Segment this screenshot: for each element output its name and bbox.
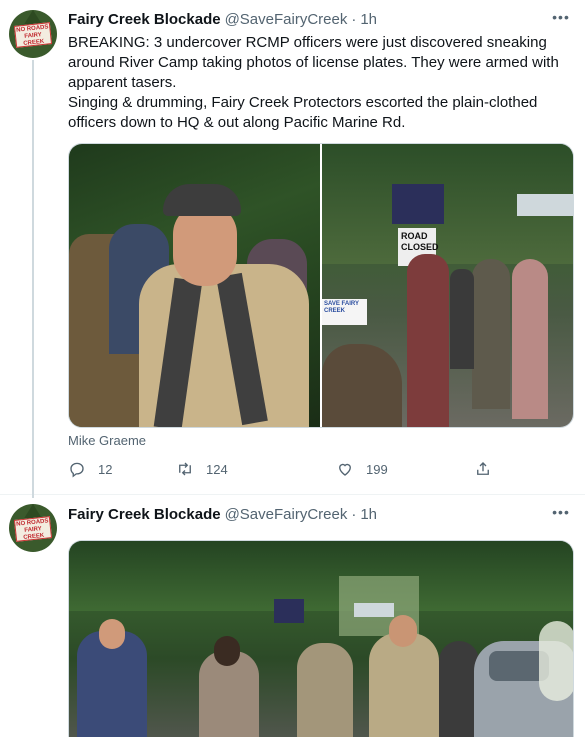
avatar-sign: NO ROADS FAIRY CREEK <box>13 22 53 48</box>
thread-line <box>32 60 34 498</box>
tweet-header: Fairy Creek Blockade @SaveFairyCreek · 1… <box>68 9 377 29</box>
retweet-button[interactable]: 124 <box>176 460 228 478</box>
media-single[interactable] <box>68 540 574 737</box>
like-button[interactable]: 199 <box>336 460 388 478</box>
retweet-icon <box>179 462 191 476</box>
separator: · <box>351 505 357 523</box>
avatar[interactable]: NO ROADS FAIRY CREEK <box>9 10 57 58</box>
share-button[interactable] <box>474 460 504 478</box>
timestamp[interactable]: 1h <box>360 11 377 28</box>
avatar-sign: NO ROADS FAIRY CREEK <box>13 516 53 542</box>
reply-count: 12 <box>98 461 113 477</box>
photo-officer[interactable] <box>69 144 320 427</box>
reply-icon <box>70 462 84 478</box>
display-name[interactable]: Fairy Creek Blockade <box>68 11 221 28</box>
retweet-count: 124 <box>206 461 228 477</box>
display-name[interactable]: Fairy Creek Blockade <box>68 506 221 523</box>
media-grid[interactable]: ROAD CLOSED SAVE FAIRY CREEK <box>68 143 574 428</box>
photo-procession[interactable]: ROAD CLOSED SAVE FAIRY CREEK <box>322 144 573 427</box>
separator: · <box>351 10 357 28</box>
save-fairy-creek-sign: SAVE FAIRY CREEK <box>322 299 367 325</box>
tweet-text: BREAKING: 3 undercover RCMP officers wer… <box>68 33 568 133</box>
tweet-header: Fairy Creek Blockade @SaveFairyCreek · 1… <box>68 504 377 524</box>
heart-icon <box>339 463 351 476</box>
photo-credit[interactable]: Mike Graeme <box>68 433 146 448</box>
handle[interactable]: @SaveFairyCreek <box>225 506 348 523</box>
photo-group-walking[interactable] <box>69 541 573 737</box>
like-count: 199 <box>366 461 388 477</box>
tweet[interactable]: NO ROADS FAIRY CREEK Fairy Creek Blockad… <box>0 0 585 498</box>
more-icon[interactable]: ••• <box>551 10 571 30</box>
more-icon[interactable]: ••• <box>551 505 571 525</box>
tweet-paragraph: BREAKING: 3 undercover RCMP officers wer… <box>68 34 559 91</box>
share-icon <box>477 462 489 475</box>
action-bar: 12 124 199 <box>68 460 508 482</box>
tweet-paragraph: Singing & drumming, Fairy Creek Protecto… <box>68 94 538 131</box>
handle[interactable]: @SaveFairyCreek <box>225 11 348 28</box>
avatar[interactable]: NO ROADS FAIRY CREEK <box>9 504 57 552</box>
timestamp[interactable]: 1h <box>360 506 377 523</box>
reply-button[interactable]: 12 <box>68 460 112 478</box>
